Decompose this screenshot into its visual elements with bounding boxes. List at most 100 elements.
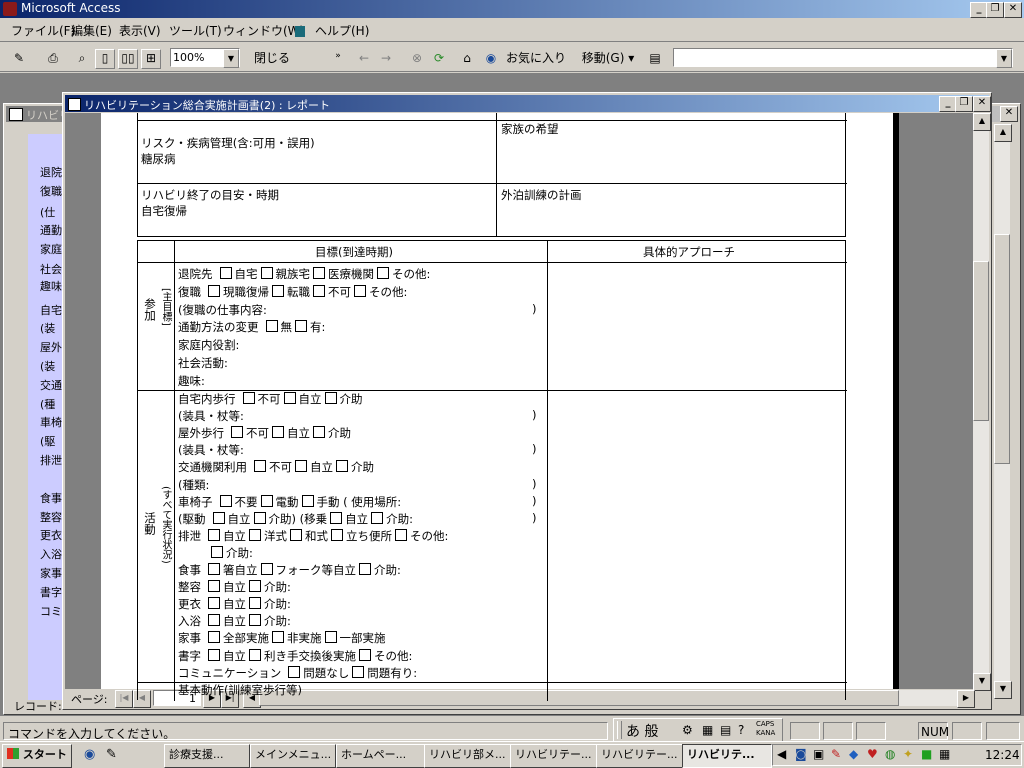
checkbox-icon xyxy=(290,528,302,541)
sidebar-item[interactable]: 社会 xyxy=(40,263,62,277)
go-button[interactable]: 移動(G) ▾ xyxy=(580,47,636,69)
checkbox-icon xyxy=(219,494,232,507)
taskbar-item[interactable]: リハビリ部メ... xyxy=(424,744,514,768)
sidebar-item[interactable]: (装 xyxy=(40,322,62,336)
volume-icon[interactable]: ◀ xyxy=(777,747,786,761)
tray-app-icon[interactable]: ▣ xyxy=(813,747,824,761)
form-right-scrollbar[interactable]: ▲ ▼ xyxy=(994,124,1012,699)
sidebar-item[interactable]: コミ xyxy=(40,605,62,619)
tray-app-icon[interactable]: ◆ xyxy=(849,747,858,761)
quicklaunch-edit-icon[interactable]: ✎ xyxy=(106,747,117,762)
report-restore-button[interactable]: ❐ xyxy=(955,96,973,112)
scroll-thumb[interactable] xyxy=(994,234,1010,464)
taskbar-item[interactable]: リハビリテー... xyxy=(510,744,600,768)
menu-help[interactable]: ヘルプ(H) xyxy=(310,22,374,40)
menu-edit[interactable]: 編集(E) xyxy=(66,22,117,40)
two-pages-icon[interactable]: ▯▯ xyxy=(118,49,138,69)
sidebar-item[interactable]: (仕 xyxy=(40,206,62,220)
more-icon[interactable]: » xyxy=(333,45,343,67)
ime-tool-icon[interactable]: ⚙ xyxy=(682,723,693,737)
ime-help-icon[interactable]: ? xyxy=(738,723,744,737)
sidebar-item[interactable]: 家庭 xyxy=(40,243,62,257)
ime-mode[interactable]: あ 般 xyxy=(626,721,658,741)
chevron-down-icon[interactable]: ▼ xyxy=(996,49,1012,68)
chevron-down-icon[interactable]: ▼ xyxy=(223,49,239,68)
sidebar-item[interactable]: 更衣 xyxy=(40,529,62,543)
sidebar-item[interactable]: (種 xyxy=(40,398,62,412)
report-titlebar[interactable]: リハビリテーション総合実施計画書(2) : レポート _ ❐ ✕ xyxy=(65,95,991,112)
sidebar-item[interactable]: 屋外 xyxy=(40,341,62,355)
start-button[interactable]: スタート xyxy=(2,744,72,768)
checkbox-label: 不可 xyxy=(328,284,351,299)
end-goal-label: リハビリ終了の目安・時期 xyxy=(141,188,279,202)
back-icon[interactable]: ← xyxy=(356,47,372,69)
tray-app-icon[interactable]: ■ xyxy=(921,747,932,761)
home-icon[interactable]: ⌂ xyxy=(458,47,476,69)
sidebar-item[interactable]: 通勤 xyxy=(40,224,62,238)
quicklaunch-ie-icon[interactable]: ◉ xyxy=(84,747,95,762)
tray-app-icon[interactable]: ▦ xyxy=(939,747,950,761)
sidebar-item[interactable]: 家事 xyxy=(40,567,62,581)
scroll-thumb[interactable] xyxy=(973,261,989,421)
tray-app-icon[interactable]: ✦ xyxy=(903,747,913,761)
print-icon[interactable]: ⎙ xyxy=(42,47,64,69)
participation-label: 参加 xyxy=(143,298,157,321)
taskbar-item[interactable]: リハビリテー... xyxy=(596,744,686,768)
report-close-button[interactable]: ✕ xyxy=(973,96,991,112)
sidebar-item[interactable]: 復職 xyxy=(40,185,62,199)
ime-dict-icon[interactable]: ▤ xyxy=(720,723,731,737)
scroll-right-button[interactable]: ▶ xyxy=(957,690,975,708)
help-book-icon xyxy=(295,26,305,37)
network-icon[interactable]: ◙ xyxy=(795,747,807,761)
search-web-icon[interactable]: ◉ xyxy=(482,47,500,69)
sidebar-item[interactable]: (装 xyxy=(40,360,62,374)
sidebar-item[interactable]: 書字 xyxy=(40,586,62,600)
checkbox-label: 問題なし xyxy=(303,665,350,680)
taskbar-item[interactable]: メインメニュ... xyxy=(250,744,336,768)
menu-view[interactable]: 表示(V) xyxy=(114,22,166,40)
tray-app-icon[interactable]: ◍ xyxy=(885,747,895,761)
tray-app-icon[interactable]: ✎ xyxy=(831,747,841,761)
sidebar-item[interactable]: 食事 xyxy=(40,492,62,506)
goal-line-label: 趣味: xyxy=(178,373,205,388)
multiple-pages-icon[interactable]: ⊞ xyxy=(141,49,161,69)
taskbar-item[interactable]: 診療支援... xyxy=(164,744,250,768)
close-preview-button[interactable]: 閉じる(C) xyxy=(248,47,296,87)
refresh-icon[interactable]: ⟳ xyxy=(430,47,448,69)
taskbar-item-active[interactable]: リハビリテ... xyxy=(682,744,772,768)
sidebar-item[interactable]: 退院 xyxy=(40,166,62,180)
background-close-button[interactable]: ✕ xyxy=(1000,106,1018,122)
scroll-down-button[interactable]: ▼ xyxy=(973,673,991,691)
scroll-up-button[interactable]: ▲ xyxy=(994,124,1012,142)
first-page-button[interactable]: |◀ xyxy=(115,690,133,708)
stop-icon[interactable]: ⊗ xyxy=(408,47,426,69)
taskbar-item[interactable]: ホームペー... xyxy=(336,744,426,768)
scroll-down-button[interactable]: ▼ xyxy=(994,681,1012,699)
tray-app-icon[interactable]: ♥ xyxy=(867,747,878,761)
report-vscroll[interactable]: ▲ ▼ xyxy=(973,113,991,691)
ime-pad-icon[interactable]: ▦ xyxy=(702,723,713,737)
zoom-combo[interactable]: 100% ▼ xyxy=(170,48,240,68)
show-web-toolbar-icon[interactable]: ▤ xyxy=(646,47,664,69)
scroll-up-button[interactable]: ▲ xyxy=(973,113,991,131)
address-field[interactable]: ▼ xyxy=(673,48,1013,68)
zoom-icon[interactable]: ⌕ xyxy=(72,47,92,69)
one-page-icon[interactable]: ▯ xyxy=(95,49,115,69)
sidebar-item[interactable]: 交通 xyxy=(40,379,62,393)
sidebar-item[interactable]: 整容 xyxy=(40,511,62,525)
sidebar-item[interactable]: 車椅 xyxy=(40,416,62,430)
sidebar-item[interactable]: 趣味 xyxy=(40,280,62,294)
restore-button[interactable]: ❐ xyxy=(986,2,1004,18)
close-button[interactable]: ✕ xyxy=(1004,2,1022,18)
task-label: メインメニュ... xyxy=(255,748,332,761)
toolbar: ✎ ⎙ ⌕ ▯ ▯▯ ⊞ 100% ▼ 閉じる(C) » ← → ⊗ ⟳ ⌂ ◉… xyxy=(0,44,1024,87)
goal-line: 退院先 自宅 親族宅 医療機関 その他: xyxy=(178,266,430,283)
design-view-icon[interactable]: ✎ xyxy=(8,47,30,69)
sidebar-item[interactable]: 入浴 xyxy=(40,548,62,562)
ime-bar[interactable]: あ 般 ⚙ ▦ ▤ ? CAPS KANA xyxy=(613,718,783,742)
sidebar-item[interactable]: (駆 xyxy=(40,435,62,449)
forward-icon[interactable]: → xyxy=(378,47,394,69)
sidebar-item[interactable]: 自宅 xyxy=(40,304,62,318)
sidebar-item[interactable]: 排泄 xyxy=(40,454,62,468)
favorites-button[interactable]: お気に入り ▾ xyxy=(504,47,568,87)
